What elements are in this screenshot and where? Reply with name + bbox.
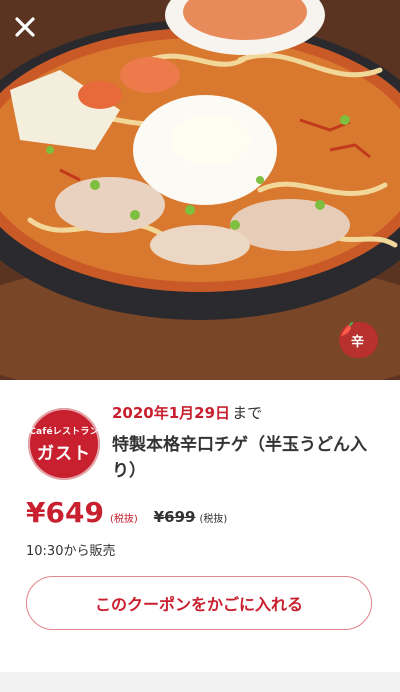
coupon-deadline: 2020年1月29日 まで: [112, 402, 262, 423]
coupon-price-tax-note: (税抜): [109, 514, 138, 525]
price-row: ¥649 (税抜) ¥699 (税抜): [26, 496, 227, 529]
deadline-date: 2020年1月29日: [112, 404, 231, 422]
original-price: ¥699: [153, 508, 196, 526]
chili-pepper-icon: [340, 322, 353, 336]
sale-start-time: 10:30から販売: [26, 544, 116, 559]
add-coupon-to-cart-button[interactable]: このクーポンをかごに入れる: [26, 576, 372, 630]
brand-logo: Caféレストラン ガスト: [28, 408, 100, 480]
coupon-price: ¥649: [26, 496, 104, 529]
footer-strip: [0, 672, 400, 692]
deadline-suffix: まで: [232, 404, 263, 422]
brand-logo-name: ガスト: [37, 444, 91, 464]
product-name: 特製本格辛口チゲ（半玉うどん入り）: [112, 435, 367, 481]
close-button[interactable]: [14, 16, 46, 48]
close-icon: [15, 17, 35, 37]
spicy-badge: 辛: [338, 322, 378, 358]
brand-logo-subtitle: Caféレストラン: [29, 427, 99, 437]
original-price-tax-note: (税抜): [199, 514, 228, 525]
product-photo: 辛: [0, 0, 400, 380]
